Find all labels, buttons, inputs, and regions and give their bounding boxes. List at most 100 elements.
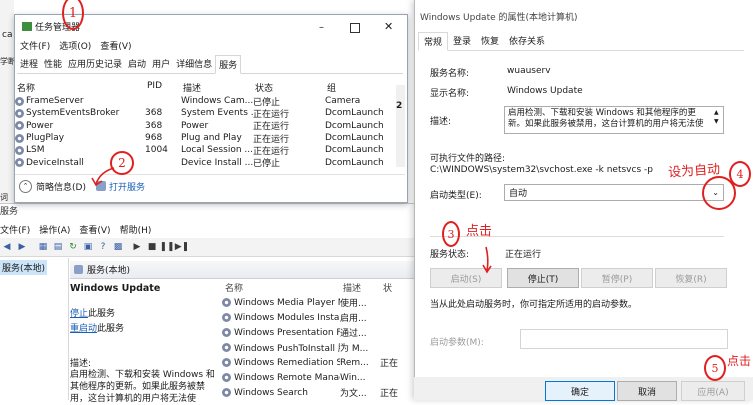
pause-button[interactable]: 暂停(P) (581, 268, 653, 288)
table-row[interactable]: FrameServer Windows Cam... 已停止 Camera (15, 95, 395, 108)
annotation-text-5: 点击 (727, 354, 752, 368)
menu-file[interactable]: 文件(F) (20, 39, 50, 52)
service-name: Windows Modules Installer (234, 312, 340, 323)
service-row[interactable]: Windows Modules Installer启用... (222, 310, 420, 325)
tab-dependencies[interactable]: 依存关系 (504, 32, 550, 50)
ok-button[interactable]: 确定 (545, 381, 615, 401)
menu-options[interactable]: 选项(O) (59, 39, 91, 52)
task-manager-service-list: FrameServer Windows Cam... 已停止 Camera Syste… (15, 95, 395, 169)
stop-icon[interactable]: ■ (146, 241, 158, 253)
cell-status: 正在运行 (253, 122, 290, 133)
cell-name: LSM (26, 145, 45, 156)
cell-status: 正在运行 (253, 134, 290, 145)
cell-status: 正在运行 (253, 146, 290, 157)
description-label: 描述: (430, 117, 452, 127)
service-desc: 为 M... (340, 344, 369, 354)
task-manager-menu-bar: 文件(F) 选项(O) 查看(V) (20, 39, 132, 52)
console-tree-icon[interactable]: ▦ (37, 241, 49, 253)
service-desc: 为文... (340, 389, 367, 399)
tab-services[interactable]: 服务 (215, 55, 242, 74)
list-view-icon[interactable]: ▤ (52, 241, 64, 253)
description-box[interactable]: 启用检测、下载和安装 Windows 和其他程序的更新。如果此服务被禁用，这台计… (504, 106, 724, 134)
menu-view[interactable]: 查看(V) (100, 39, 131, 52)
close-icon[interactable]: ✕ (384, 20, 393, 33)
tab-startup[interactable]: 启动 (125, 55, 149, 73)
col-name-header[interactable]: 名称 (222, 281, 343, 294)
service-row[interactable]: Windows Search 为文... 正在 (222, 385, 420, 400)
service-row[interactable]: Windows Media Player Net...使用... (222, 295, 420, 310)
startup-type-select[interactable]: 自动 ⌄ (504, 184, 724, 201)
cell-name: DeviceInstall (26, 157, 84, 168)
service-gear-icon (15, 96, 24, 106)
service-row[interactable]: Windows Presentation Fo...通过... (222, 325, 420, 340)
minimize-icon[interactable]: – (319, 22, 324, 33)
service-gear-icon (15, 121, 24, 131)
pause-icon[interactable]: ❚❚ (159, 241, 174, 253)
vertical-scrollbar[interactable] (396, 85, 405, 167)
tree-item-services-local[interactable]: 服务(本地) (0, 260, 48, 275)
tab-processes[interactable]: 进程 (17, 55, 41, 73)
table-row[interactable]: SystemEventsBroker 368 System Events ... 正在… (15, 107, 395, 120)
chevron-up-icon[interactable]: ⌃ (19, 179, 32, 193)
help-icon[interactable]: ? (97, 241, 109, 253)
export-icon[interactable]: ▣ (82, 241, 94, 253)
col-desc-header[interactable]: 描述 (343, 281, 383, 294)
maximize-icon[interactable] (350, 23, 360, 33)
background-text: 词 (0, 193, 8, 202)
service-row[interactable]: Windows Remediation Ser...Rem... 正在 (222, 355, 420, 370)
display-name-label: 显示名称: (430, 89, 470, 99)
restart-service-link[interactable]: 重启动 (70, 324, 97, 334)
stop-service-link[interactable]: 停止 (70, 309, 88, 319)
service-row[interactable]: Windows PushToInstall 服务为 M... (222, 340, 420, 355)
cell-pid: 368 (145, 120, 163, 131)
col-name[interactable]: 名称 (15, 81, 147, 94)
cell-group: DcomLaunch (325, 120, 384, 131)
tab-users[interactable]: 用户 (149, 55, 173, 73)
annotation-number: 3 (447, 227, 455, 241)
tab-details[interactable]: 详细信息 (173, 55, 215, 73)
apply-button[interactable]: 应用(A) (681, 381, 745, 401)
cell-status: 已停止 (253, 97, 281, 108)
menu-view[interactable]: 查看(V) (79, 223, 110, 237)
play-icon[interactable]: ▶ (131, 241, 143, 253)
tab-performance[interactable]: 性能 (41, 55, 65, 73)
tab-general[interactable]: 常规 (418, 32, 449, 51)
menu-help[interactable]: 帮助(H) (120, 223, 152, 237)
table-row[interactable]: DeviceInstall Device Install ... 已停止 DcomLa… (15, 156, 395, 169)
col-status-header[interactable]: 状 (383, 281, 392, 294)
start-params-input[interactable] (520, 329, 728, 349)
service-row[interactable]: Windows Remote Manage...Win... (222, 370, 420, 385)
forward-arrow-icon[interactable]: ▶ (16, 241, 28, 253)
pane-header-label: 服务(本地) (87, 266, 131, 276)
brief-info-button[interactable]: 简略信息(D) (36, 180, 86, 193)
tab-app-history[interactable]: 应用历史记录 (65, 55, 125, 73)
cell-group: DcomLaunch (325, 108, 384, 119)
resume-button[interactable]: 恢复(R) (655, 268, 727, 288)
properties-icon[interactable]: ▩ (112, 241, 124, 253)
display-name-value: Windows Update (507, 86, 583, 96)
stop-service-suffix: 此服务 (88, 309, 116, 319)
stop-button[interactable]: 停止(T) (507, 268, 579, 288)
refresh-icon[interactable]: ↻ (67, 241, 79, 253)
annotation-number: 2 (118, 156, 126, 170)
cell-name: PlugPlay (26, 133, 65, 144)
annotation-number: 5 (711, 361, 719, 375)
col-status[interactable]: 状态 (255, 81, 327, 94)
tab-recovery[interactable]: 恢复 (476, 32, 504, 50)
table-row[interactable]: Power 368 Power 正在运行 DcomLaunch (15, 120, 395, 132)
back-arrow-icon[interactable]: ◀ (1, 241, 13, 253)
service-gear-icon (222, 343, 231, 352)
col-pid[interactable]: PID (147, 81, 183, 94)
description-scroll-arrows[interactable]: ▲ ▼ (714, 108, 719, 126)
detail-desc-label: 描述: (70, 359, 92, 369)
table-row[interactable]: LSM 1004 Local Session ... 正在运行 DcomLaunch (15, 144, 395, 157)
col-description[interactable]: 描述 (183, 81, 255, 94)
restart-icon[interactable]: ▶❚ (175, 241, 189, 253)
menu-file[interactable]: 文件(F) (0, 223, 30, 237)
table-row[interactable]: PlugPlay 968 Plug and Play 正在运行 DcomLaunch (15, 132, 395, 145)
cancel-button[interactable]: 取消 (617, 381, 677, 401)
col-group[interactable]: 组 (327, 81, 387, 94)
services-toolbar: ◀ ▶ ▦ ▤ ↻ ▣ ? ▩ ▶ ■ ❚❚ ▶❚ (0, 238, 421, 257)
tab-logon[interactable]: 登录 (448, 32, 476, 50)
menu-action[interactable]: 操作(A) (39, 223, 70, 237)
